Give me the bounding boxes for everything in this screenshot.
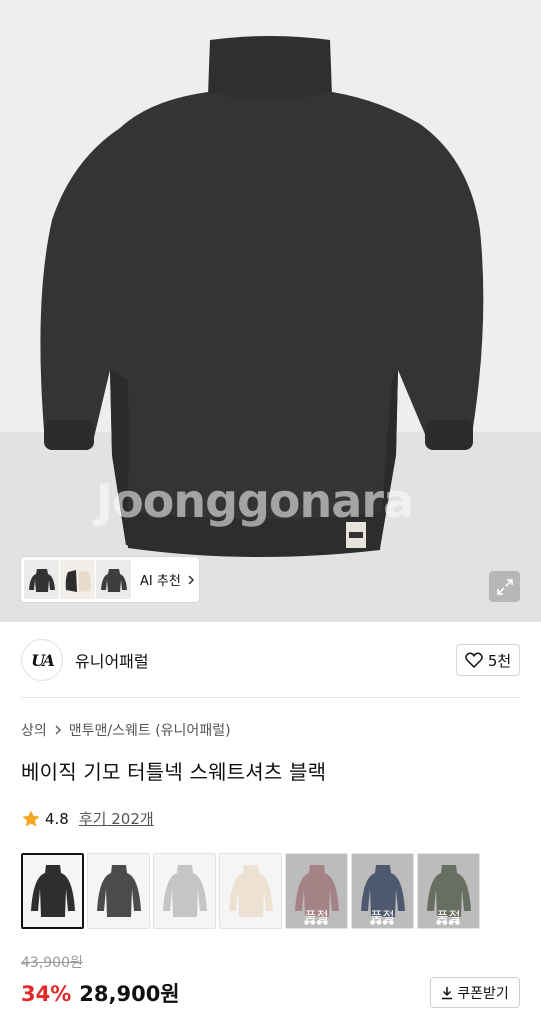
- carousel-dots: ●●●●: [304, 919, 329, 926]
- sweater-thumbnail: [96, 865, 141, 917]
- chevron-right-icon: [188, 574, 194, 585]
- ai-recommend-chip[interactable]: AI 추천: [21, 557, 199, 602]
- discount-rate: 34%: [21, 982, 72, 1006]
- original-price: 43,900원: [21, 955, 83, 971]
- color-option[interactable]: 품절 ●●●●: [285, 853, 348, 929]
- like-count: 5천: [487, 651, 512, 670]
- like-button[interactable]: 5천: [456, 644, 520, 676]
- color-option[interactable]: [87, 853, 150, 929]
- color-option[interactable]: 품절 ●●●●: [417, 853, 480, 929]
- shop-name[interactable]: 유니어패럴: [75, 648, 149, 672]
- rating-score: 4.8: [45, 809, 69, 828]
- breadcrumb-category[interactable]: 상의: [21, 720, 47, 740]
- star-icon: [22, 810, 40, 827]
- sale-price: 28,900원: [79, 982, 180, 1006]
- product-title: 베이직 기모 터틀넥 스웨트셔츠 블랙: [21, 760, 327, 784]
- ai-thumb-3: [96, 560, 131, 599]
- color-options: 품절 ●●●● 품절 ●●●● 품절 ●●●●: [21, 853, 483, 929]
- sweater-image: [40, 36, 484, 558]
- expand-icon: [496, 578, 513, 595]
- product-image[interactable]: Joonggonara AI 추천: [0, 0, 541, 622]
- watermark: Joonggonara: [96, 474, 414, 528]
- ai-recommend-label: AI 추천: [140, 574, 181, 589]
- divider: [21, 697, 520, 698]
- sweater-thumbnail: [162, 865, 207, 917]
- coupon-button[interactable]: 쿠폰받기: [430, 977, 520, 1008]
- shop-logo-text: UA: [31, 650, 55, 670]
- breadcrumb-subcategory[interactable]: 맨투맨/스웨트 (유니어패럴): [69, 720, 231, 740]
- sweater-thumbnail: [228, 865, 273, 917]
- sweater-thumbnail: [30, 865, 75, 917]
- download-icon: [442, 986, 453, 999]
- color-option[interactable]: 품절 ●●●●: [351, 853, 414, 929]
- shop-row[interactable]: UA 유니어패럴 5천: [21, 639, 520, 681]
- heart-icon: [465, 652, 483, 668]
- rating: 4.8 후기 202개: [21, 808, 154, 829]
- breadcrumb: 상의 맨투맨/스웨트 (유니어패럴): [21, 720, 231, 740]
- ai-thumb-2: [60, 560, 95, 599]
- shop-logo[interactable]: UA: [21, 639, 63, 681]
- color-option[interactable]: [153, 853, 216, 929]
- carousel-dots: ●●●●: [370, 919, 395, 926]
- carousel-dots: ●●●●: [436, 919, 461, 926]
- reviews-link[interactable]: 후기 202개: [79, 808, 154, 829]
- expand-image-button[interactable]: [489, 571, 520, 602]
- price-row: 34% 28,900원: [21, 978, 180, 1008]
- color-option[interactable]: [21, 853, 84, 929]
- coupon-label: 쿠폰받기: [457, 985, 509, 1002]
- ai-thumb-1: [24, 560, 59, 599]
- chevron-right-icon: [55, 725, 61, 735]
- color-option[interactable]: [219, 853, 282, 929]
